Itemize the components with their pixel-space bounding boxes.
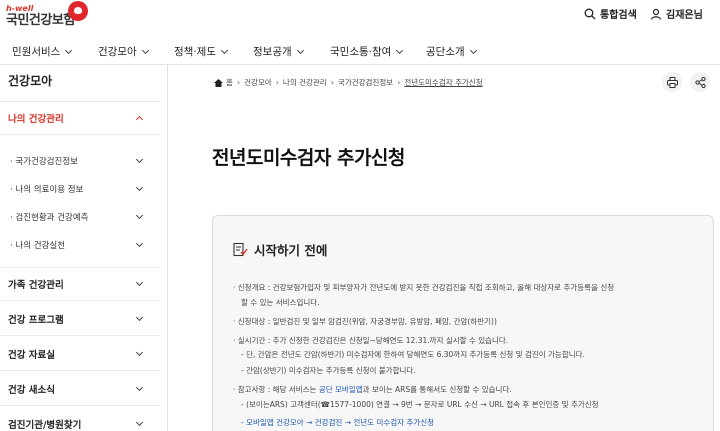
notice-title: 시작하기 전에 — [233, 240, 327, 259]
chevron-down-icon — [135, 418, 144, 426]
nav-item-about[interactable]: 공단소개 — [426, 44, 477, 59]
chevron-right-icon: › — [397, 78, 401, 87]
breadcrumb-item[interactable]: 국가건강검진정보 — [338, 77, 393, 88]
home-icon — [214, 78, 223, 87]
chevron-down-icon — [469, 46, 477, 54]
notice-overview-cont: 할 수 있는 서비스입니다. — [241, 298, 320, 307]
mobile-app-link[interactable]: 공단 모바일앱 — [319, 385, 363, 394]
page-title: 전년도미수검자 추가신청 — [212, 147, 405, 169]
notice-target: · 신청대상 : 일반검진 및 일부 암검진(위암, 자궁경부암, 유방암, 폐… — [233, 317, 497, 326]
chevron-down-icon — [135, 211, 144, 220]
chevron-down-icon — [396, 46, 404, 54]
sidebar-item-health-practice[interactable]: · 나의 건강실천 — [0, 239, 160, 251]
user-name: 김재은님 — [666, 10, 703, 21]
logo-text: 국민건강보험 — [6, 13, 75, 28]
notice-period: · 실시기간 : 추가 신청한 건강검진은 신청일~당해연도 12.31.까지 … — [233, 336, 509, 345]
heart-logo-icon — [68, 1, 88, 21]
user-menu-button[interactable]: 김재은님 — [650, 6, 703, 21]
sidebar-section-find-hospital[interactable]: 검진기관/병원찾기 — [0, 407, 160, 431]
nav-item-policy[interactable]: 정책·제도 — [174, 44, 229, 59]
chevron-down-icon — [135, 278, 144, 287]
breadcrumb-current[interactable]: 전년도미수검자 추가신청 — [404, 77, 482, 88]
chevron-down-icon — [135, 183, 144, 192]
chevron-down-icon — [135, 383, 144, 391]
chevron-right-icon: › — [330, 78, 334, 87]
sidebar-item-medical-usage[interactable]: · 나의 의료이용 정보 — [0, 183, 160, 195]
chevron-right-icon: › — [236, 78, 241, 87]
sidebar: 건강모아 나의 건강관리 · 국가건강검진정보 · 나의 의료이용 정보 · 검… — [0, 65, 168, 431]
breadcrumb-item[interactable]: 나의 건강관리 — [283, 77, 327, 88]
sidebar-section-my-health[interactable]: 나의 건강관리 — [0, 101, 160, 135]
chevron-down-icon — [220, 46, 229, 54]
chevron-down-icon — [135, 313, 144, 321]
notice-box: 시작하기 전에 · 신청개요 : 건강보험가입자 및 피부양자가 전년도에 받지… — [212, 215, 714, 431]
app-path-link[interactable]: - 모바일앱 건강모아 → 건강검진 → 전년도 미수검자 추가신청 — [241, 417, 434, 428]
sidebar-title: 건강모아 — [8, 74, 53, 88]
nav-item-disclosure[interactable]: 정보공개 — [253, 44, 304, 59]
nav-item-civil-service[interactable]: 민원서비스 — [12, 44, 73, 59]
search-label: 통합검색 — [600, 10, 637, 21]
chevron-down-icon — [135, 239, 144, 248]
breadcrumb-home[interactable]: 홈 — [226, 77, 233, 88]
nav-item-health-moa[interactable]: 건강모아 — [98, 44, 149, 59]
nav-item-communication[interactable]: 국민소통·참여 — [330, 44, 404, 59]
sidebar-item-national-checkup[interactable]: · 국가건강검진정보 — [0, 155, 160, 167]
notice-overview: · 신청개요 : 건강보험가입자 및 피부양자가 전년도에 받지 못한 건강검진… — [233, 283, 615, 292]
sidebar-section-library[interactable]: 건강 자료실 — [0, 337, 160, 371]
notice-reference: · 참고사항 : 해당 서비스는 공단 모바일앱과 보이는 ARS를 통해서도 … — [233, 385, 512, 394]
chevron-down-icon — [135, 155, 144, 164]
print-button[interactable] — [662, 72, 682, 92]
notice-period-note: - 단, 간암은 전년도 간암(하반기) 미수검자에 한하여 당해연도 6.30… — [241, 350, 585, 359]
sidebar-section-family[interactable]: 가족 건강관리 — [0, 267, 160, 301]
main-navigation: 민원서비스 건강모아 정책·제도 정보공개 국민소통·참여 공단소개 — [0, 44, 720, 60]
chevron-up-icon — [135, 115, 144, 124]
notice-ars: - (보이는ARS) 고객센터(☎1577-1000) 연결 → 9번 → 문자… — [241, 400, 599, 409]
share-button[interactable] — [690, 72, 710, 92]
sidebar-item-checkup-prediction[interactable]: · 검진현황과 건강예측 — [0, 211, 160, 223]
chevron-right-icon: › — [275, 78, 279, 87]
logo-tagline: h-well — [6, 4, 34, 13]
sidebar-section-program[interactable]: 건강 프로그램 — [0, 302, 160, 336]
chevron-down-icon — [135, 348, 144, 356]
sidebar-section-news[interactable]: 건강 새소식 — [0, 372, 160, 406]
logo[interactable]: h-well 국민건강보험 — [6, 1, 88, 28]
chevron-down-icon — [65, 46, 73, 54]
search-icon — [584, 8, 596, 19]
notice-period-note: - 간암(상반기) 미수검자는 추가등록 신청이 불가합니다. — [241, 366, 416, 375]
breadcrumb: 홈 › 건강모아 › 나의 건강관리 › 국가건강검진정보 › 전년도미수검자 … — [214, 77, 483, 88]
print-icon — [666, 76, 678, 88]
checklist-icon — [233, 242, 248, 257]
user-icon — [650, 8, 662, 20]
breadcrumb-item[interactable]: 건강모아 — [244, 77, 272, 88]
share-icon — [694, 76, 706, 88]
search-button[interactable]: 통합검색 — [584, 6, 637, 21]
chevron-down-icon — [141, 46, 149, 54]
chevron-down-icon — [296, 46, 304, 54]
